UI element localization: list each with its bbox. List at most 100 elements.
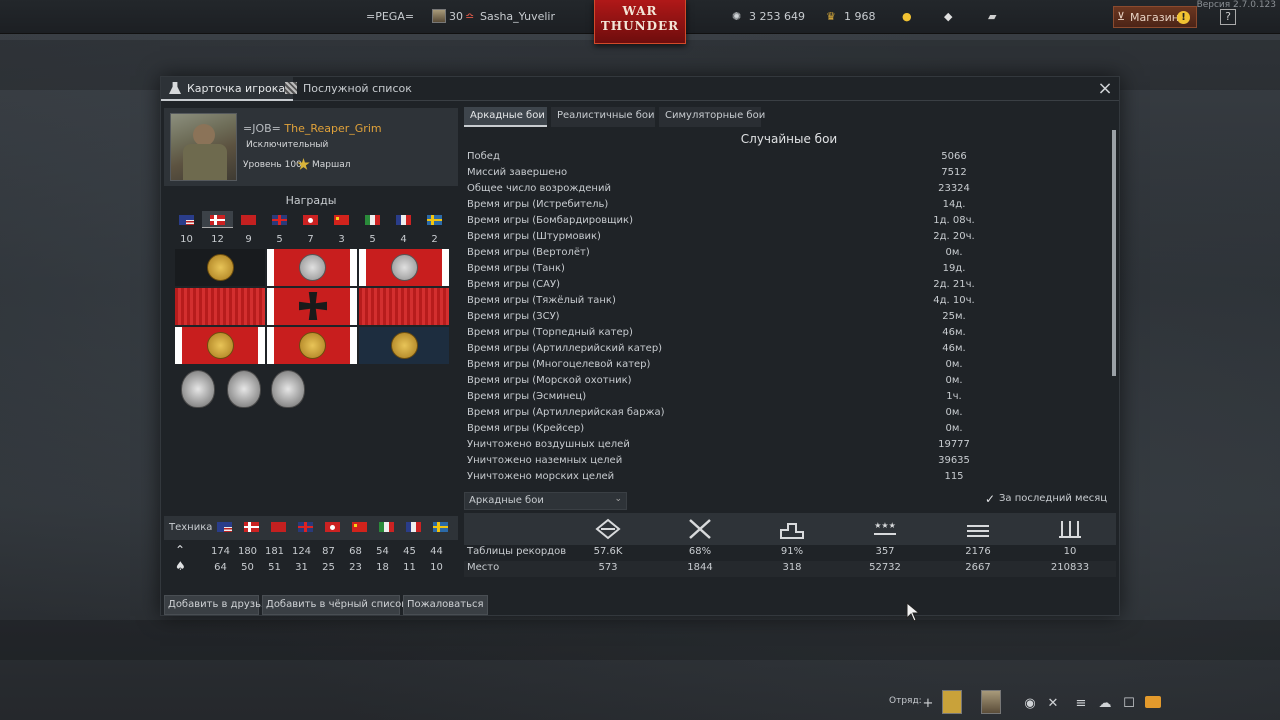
award-count: 2	[431, 234, 438, 245]
last-month-checkbox[interactable]: ✓ За последний месяц	[985, 492, 1107, 506]
stat-value: 2д. 20ч.	[933, 231, 975, 242]
squad-leader-avatar[interactable]	[942, 690, 962, 714]
record-value: 2176	[965, 546, 991, 557]
crossed-swords-icon	[687, 518, 713, 540]
flag-ussr-icon[interactable]	[233, 211, 264, 228]
flag-cn-icon	[352, 522, 367, 532]
records-header: ★★★	[464, 513, 1116, 545]
stat-row: Общее число возрождений 23324	[464, 182, 1104, 198]
lightbulb-icon[interactable]: ●	[902, 10, 912, 23]
flag-gb-icon[interactable]	[264, 211, 295, 228]
flag-no-icon[interactable]	[202, 211, 233, 228]
warbond-icon[interactable]: ◆	[944, 10, 952, 23]
dropdown-value: Аркадные бои	[469, 495, 544, 506]
clan-tag[interactable]: =JOB=	[243, 122, 281, 135]
logo-line2: THUNDER	[600, 19, 680, 33]
tab-simulator[interactable]: Симуляторные бои	[659, 107, 765, 127]
stat-value: 0м.	[945, 407, 963, 418]
stat-label: Уничтожено воздушных целей	[467, 439, 630, 450]
stat-row: Время игры (Штурмовик) 2д. 20ч.	[464, 230, 1104, 246]
warning-icon: !	[1177, 11, 1190, 24]
medal-gold-cross-icon[interactable]	[175, 249, 265, 286]
shop-button[interactable]: ⊻ Магазин !	[1113, 6, 1197, 28]
badge-skull-icon[interactable]	[227, 370, 261, 408]
mail-icon[interactable]	[1145, 696, 1161, 708]
medal-silver-badge-icon[interactable]	[359, 249, 449, 286]
shop-label: Магазин	[1130, 11, 1179, 24]
vehicle-count: 31	[295, 562, 308, 573]
mode-dropdown[interactable]: Аркадные бои ⌄	[464, 492, 627, 510]
vehicle-count: 50	[241, 562, 254, 573]
spade-icon: ♠	[175, 559, 186, 573]
medal-red-ribbon-icon[interactable]	[359, 288, 449, 325]
flag-se-icon[interactable]	[419, 211, 450, 228]
tab-player-card[interactable]: Карточка игрока	[161, 77, 294, 101]
list-icon[interactable]: ≡	[1073, 696, 1089, 712]
contacts-icon[interactable]: ☁	[1097, 696, 1113, 712]
golden-eagles-value[interactable]: 1 968	[844, 10, 876, 23]
add-blacklist-button[interactable]: Добавить в чёрный список	[262, 595, 407, 615]
vehicle-count: 174	[210, 546, 231, 557]
player-rank: Маршал	[312, 160, 351, 170]
vehicle-count: 18	[376, 562, 389, 573]
record-value: 357	[875, 546, 895, 557]
stat-value: 19д.	[942, 263, 966, 274]
vehicle-count: 10	[430, 562, 443, 573]
medal-gold-swords-icon[interactable]	[267, 327, 357, 364]
medal-gold-wings-icon[interactable]	[175, 327, 265, 364]
flag-it-icon[interactable]	[357, 211, 388, 228]
vehicles-row-elite: 64 50 51 31 25 23 18 11 10	[207, 562, 457, 576]
help-button[interactable]: ?	[1220, 9, 1236, 25]
squad-member-avatar[interactable]	[981, 690, 1001, 714]
medal-gold-helmet-icon[interactable]	[359, 327, 449, 364]
flag-jp-icon[interactable]	[295, 211, 326, 228]
add-squad-member-icon[interactable]: +	[920, 696, 936, 712]
row-label: Таблицы рекордов	[467, 546, 567, 557]
vehicle-count: 11	[403, 562, 416, 573]
record-value: 68%	[688, 546, 712, 557]
add-friend-button[interactable]: Добавить в друзья	[164, 595, 267, 615]
coupon-icon[interactable]: ▰	[988, 10, 996, 23]
voice-chat-icon[interactable]: ◉	[1022, 696, 1038, 712]
flag-fr-icon[interactable]	[388, 211, 419, 228]
tab-realistic[interactable]: Реалистичные бои	[551, 107, 655, 127]
game-logo[interactable]: WAR THUNDER	[594, 0, 686, 44]
complain-button[interactable]: Пожаловаться	[403, 595, 488, 615]
leave-squad-icon[interactable]: ✕	[1045, 696, 1061, 712]
medal-iron-cross-icon[interactable]	[267, 288, 357, 325]
record-value: 91%	[780, 546, 804, 557]
close-icon[interactable]: ×	[1095, 79, 1115, 99]
player-avatar[interactable]	[432, 9, 446, 23]
squadron-tag[interactable]: =PEGA=	[366, 10, 414, 23]
medal-red-ribbon-icon[interactable]	[175, 288, 265, 325]
player-level-label: Уровень 100	[243, 160, 302, 170]
stat-label: Уничтожено наземных целей	[467, 455, 623, 466]
stat-label: Время игры (Штурмовик)	[467, 231, 601, 242]
vehicle-count: 180	[237, 546, 258, 557]
record-value: 210833	[1050, 562, 1090, 573]
vehicles-header: Техника	[164, 516, 458, 540]
badge-tank-icon[interactable]	[181, 370, 215, 408]
flag-us-icon[interactable]	[171, 211, 202, 228]
svg-text:★★★: ★★★	[874, 521, 896, 530]
stats-scrollbar[interactable]	[1112, 130, 1116, 376]
vehicles-country-flags	[217, 520, 457, 536]
player-name[interactable]: Sasha_Yuvelir	[480, 10, 555, 23]
award-count: 12	[211, 234, 224, 245]
tab-arcade[interactable]: Аркадные бои	[464, 107, 547, 127]
stat-row: Время игры (Тяжёлый танк) 4д. 10ч.	[464, 294, 1104, 310]
flag-no-icon	[244, 522, 259, 532]
flag-cn-icon[interactable]	[326, 211, 357, 228]
nickname: The_Reaper_Grim	[284, 122, 382, 135]
tab-service-record[interactable]: Послужной список	[277, 77, 420, 101]
stat-row: Время игры (Истребитель) 14д.	[464, 198, 1104, 214]
avatar[interactable]	[170, 113, 237, 181]
chat-icon[interactable]: ☐	[1121, 696, 1137, 712]
badge-eagle-icon[interactable]	[271, 370, 305, 408]
silver-lions-value[interactable]: 3 253 649	[749, 10, 805, 23]
wings-icon	[595, 518, 621, 540]
stat-value: 7512	[941, 167, 967, 178]
chevron-up-icon: ⌃	[175, 543, 186, 557]
tab-label: Карточка игрока	[187, 82, 286, 95]
medal-silver-wreath-icon[interactable]	[267, 249, 357, 286]
